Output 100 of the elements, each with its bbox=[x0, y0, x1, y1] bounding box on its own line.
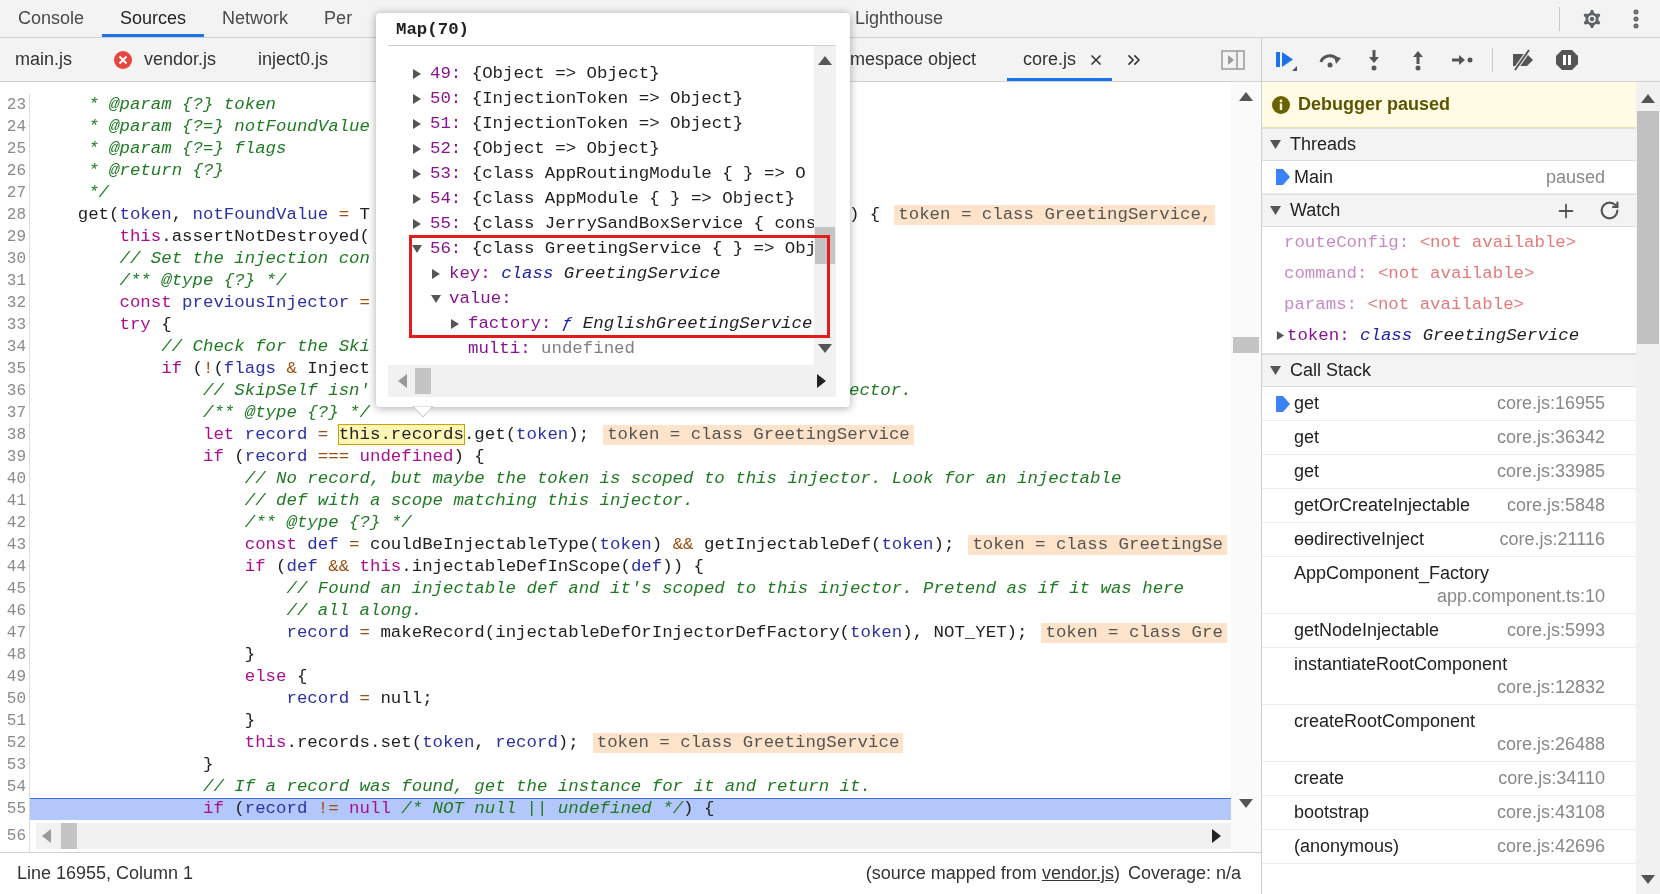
pause-on-exception-icon[interactable] bbox=[1554, 47, 1580, 72]
code-line: const previousInjector = bbox=[118, 292, 370, 314]
panel-toggle-icon[interactable] bbox=[1221, 49, 1245, 70]
line-number: 35 bbox=[0, 358, 30, 380]
frame-name[interactable]: (anonymous) bbox=[1294, 835, 1400, 858]
frame-location[interactable]: core.js:21116 bbox=[1499, 528, 1605, 551]
panel-tab[interactable]: Per bbox=[306, 0, 371, 37]
scroll-right-icon[interactable] bbox=[1212, 829, 1221, 843]
disclosure-triangle-icon[interactable] bbox=[412, 68, 422, 79]
frame-name[interactable]: getOrCreateInjectable bbox=[1294, 494, 1471, 517]
frame-location[interactable]: core.js:43108 bbox=[1496, 801, 1605, 824]
frame-location[interactable]: app.component.ts:10 bbox=[1436, 585, 1605, 608]
frame-location[interactable]: core.js:26488 bbox=[1496, 733, 1605, 756]
code-line: this.records.set(token, record); bbox=[243, 732, 579, 754]
watch-expression[interactable]: token: class GreetingService bbox=[1287, 326, 1580, 345]
panel-tab[interactable]: Console bbox=[0, 0, 103, 37]
frame-location[interactable]: core.js:34110 bbox=[1498, 767, 1605, 790]
frame-name[interactable]: createRootComponent bbox=[1294, 710, 1476, 733]
tree-entry[interactable]: key: class GreetingService bbox=[449, 264, 721, 283]
disclosure-triangle-icon[interactable] bbox=[412, 218, 422, 229]
scroll-down-icon[interactable] bbox=[1641, 875, 1655, 884]
scroll-right-icon[interactable] bbox=[817, 374, 826, 388]
disclosure-triangle-icon[interactable] bbox=[431, 293, 441, 304]
disclosure-triangle-icon[interactable] bbox=[412, 143, 422, 154]
disclosure-triangle-icon[interactable] bbox=[412, 93, 422, 104]
file-tab[interactable]: main.js bbox=[0, 38, 99, 81]
line-number: 45 bbox=[0, 578, 30, 600]
disclosure-triangle-icon[interactable] bbox=[1276, 331, 1285, 340]
code-line: * @param {?=} notFoundValue bbox=[87, 116, 370, 138]
tree-entry[interactable]: 51: {InjectionToken => Object} bbox=[430, 114, 744, 133]
tree-entry[interactable]: 54: {class AppModule { } => Object} bbox=[430, 189, 796, 208]
thread-name[interactable]: Main bbox=[1294, 166, 1333, 188]
frame-location[interactable]: core.js:33985 bbox=[1496, 460, 1605, 483]
section-header[interactable]: Threads bbox=[1262, 128, 1636, 161]
disclosure-triangle-icon[interactable] bbox=[412, 168, 422, 179]
source-link[interactable]: vendor.js bbox=[1041, 863, 1114, 883]
line-number: 52 bbox=[0, 732, 30, 754]
tree-entry[interactable]: value: bbox=[449, 289, 523, 308]
tree-entry[interactable]: factory: ƒ EnglishGreetingService bbox=[468, 314, 813, 333]
code-line: // Set the injection con bbox=[118, 248, 370, 270]
code-line: */ bbox=[87, 182, 110, 204]
frame-location[interactable]: core.js:5993 bbox=[1506, 619, 1605, 642]
tree-entry[interactable]: 53: {class AppRoutingModule { } => O bbox=[430, 164, 806, 183]
line-number: 48 bbox=[0, 644, 30, 666]
settings-icon[interactable] bbox=[1580, 6, 1604, 31]
file-tab[interactable]: inject0.js bbox=[243, 38, 356, 81]
inline-value: token = class GreetingService bbox=[603, 425, 914, 445]
inline-value: token = class Gre bbox=[1041, 623, 1227, 643]
scroll-up-icon[interactable] bbox=[1641, 94, 1655, 103]
scroll-up-icon[interactable] bbox=[818, 56, 832, 65]
frame-location[interactable]: core.js:36342 bbox=[1496, 426, 1605, 449]
code-line: try { bbox=[118, 314, 172, 336]
disclosure-triangle-icon[interactable] bbox=[431, 268, 441, 279]
disclosure-triangle-icon[interactable] bbox=[412, 243, 422, 254]
scroll-down-icon[interactable] bbox=[818, 344, 832, 353]
frame-name[interactable]: get bbox=[1294, 426, 1320, 449]
frame-name[interactable]: instantiateRootComponent bbox=[1294, 653, 1508, 676]
disclosure-triangle-icon[interactable] bbox=[1270, 139, 1281, 150]
frame-name[interactable]: bootstrap bbox=[1294, 801, 1370, 824]
tree-entry[interactable]: 49: {Object => Object} bbox=[430, 64, 660, 83]
scroll-up-icon[interactable] bbox=[1239, 92, 1253, 101]
coverage-label: Coverage: n/a bbox=[1127, 863, 1241, 884]
tree-entry[interactable]: 50: {InjectionToken => Object} bbox=[430, 89, 744, 108]
tree-entry[interactable]: 55: {class JerrySandBoxService { cons bbox=[430, 214, 814, 233]
frame-name[interactable]: AppComponent_Factory bbox=[1294, 562, 1490, 585]
frame-location[interactable]: core.js:12832 bbox=[1496, 676, 1605, 699]
disclosure-triangle-icon[interactable] bbox=[412, 193, 422, 204]
file-tab[interactable]: vendor.js bbox=[99, 38, 244, 81]
scrollbar-thumb[interactable] bbox=[61, 823, 77, 849]
line-number: 25 bbox=[0, 138, 30, 160]
scrollbar-thumb[interactable] bbox=[415, 368, 431, 394]
section-header[interactable]: Watch bbox=[1262, 194, 1636, 227]
frame-name[interactable]: getNodeInjectable bbox=[1294, 619, 1440, 642]
scroll-down-icon[interactable] bbox=[1239, 799, 1253, 808]
code-line: const def = couldBeInjectableType(token) && getInjectableDef(token); bbox=[243, 534, 955, 556]
frame-name[interactable]: create bbox=[1294, 767, 1345, 790]
code-line: if (!(flags & Inject bbox=[160, 358, 370, 380]
scrollbar-thumb[interactable] bbox=[1233, 337, 1259, 353]
frame-name[interactable]: get bbox=[1294, 460, 1320, 483]
tree-entry[interactable]: 52: {Object => Object} bbox=[430, 139, 660, 158]
code-line: ) { bbox=[849, 204, 881, 226]
breakpoint-slash-icon[interactable] bbox=[1510, 47, 1536, 72]
disclosure-triangle-icon[interactable] bbox=[1270, 365, 1281, 376]
file-tab[interactable]: mespace object bbox=[850, 38, 1008, 81]
disclosure-triangle-icon[interactable] bbox=[450, 318, 460, 329]
line-number: 29 bbox=[0, 226, 30, 248]
line-number: 46 bbox=[0, 600, 30, 622]
scrollbar-thumb[interactable] bbox=[1637, 111, 1659, 344]
disclosure-triangle-icon[interactable] bbox=[412, 118, 422, 129]
frame-location[interactable]: core.js:42696 bbox=[1496, 835, 1605, 858]
frame-location[interactable]: core.js:16955 bbox=[1496, 392, 1605, 415]
section-header[interactable]: Call Stack bbox=[1262, 354, 1636, 387]
line-number: 44 bbox=[0, 556, 30, 578]
panel-tab[interactable]: Network bbox=[204, 0, 307, 37]
frame-location[interactable]: core.js:5848 bbox=[1506, 494, 1605, 517]
tree-entry[interactable]: 56: {class GreetingService { } => Obj bbox=[430, 239, 814, 258]
frame-name[interactable]: get bbox=[1294, 392, 1320, 415]
frame-name[interactable]: ɵɵdirectiveInject bbox=[1294, 528, 1425, 551]
refresh-icon[interactable] bbox=[1599, 199, 1620, 221]
disclosure-triangle-icon[interactable] bbox=[1270, 205, 1281, 216]
